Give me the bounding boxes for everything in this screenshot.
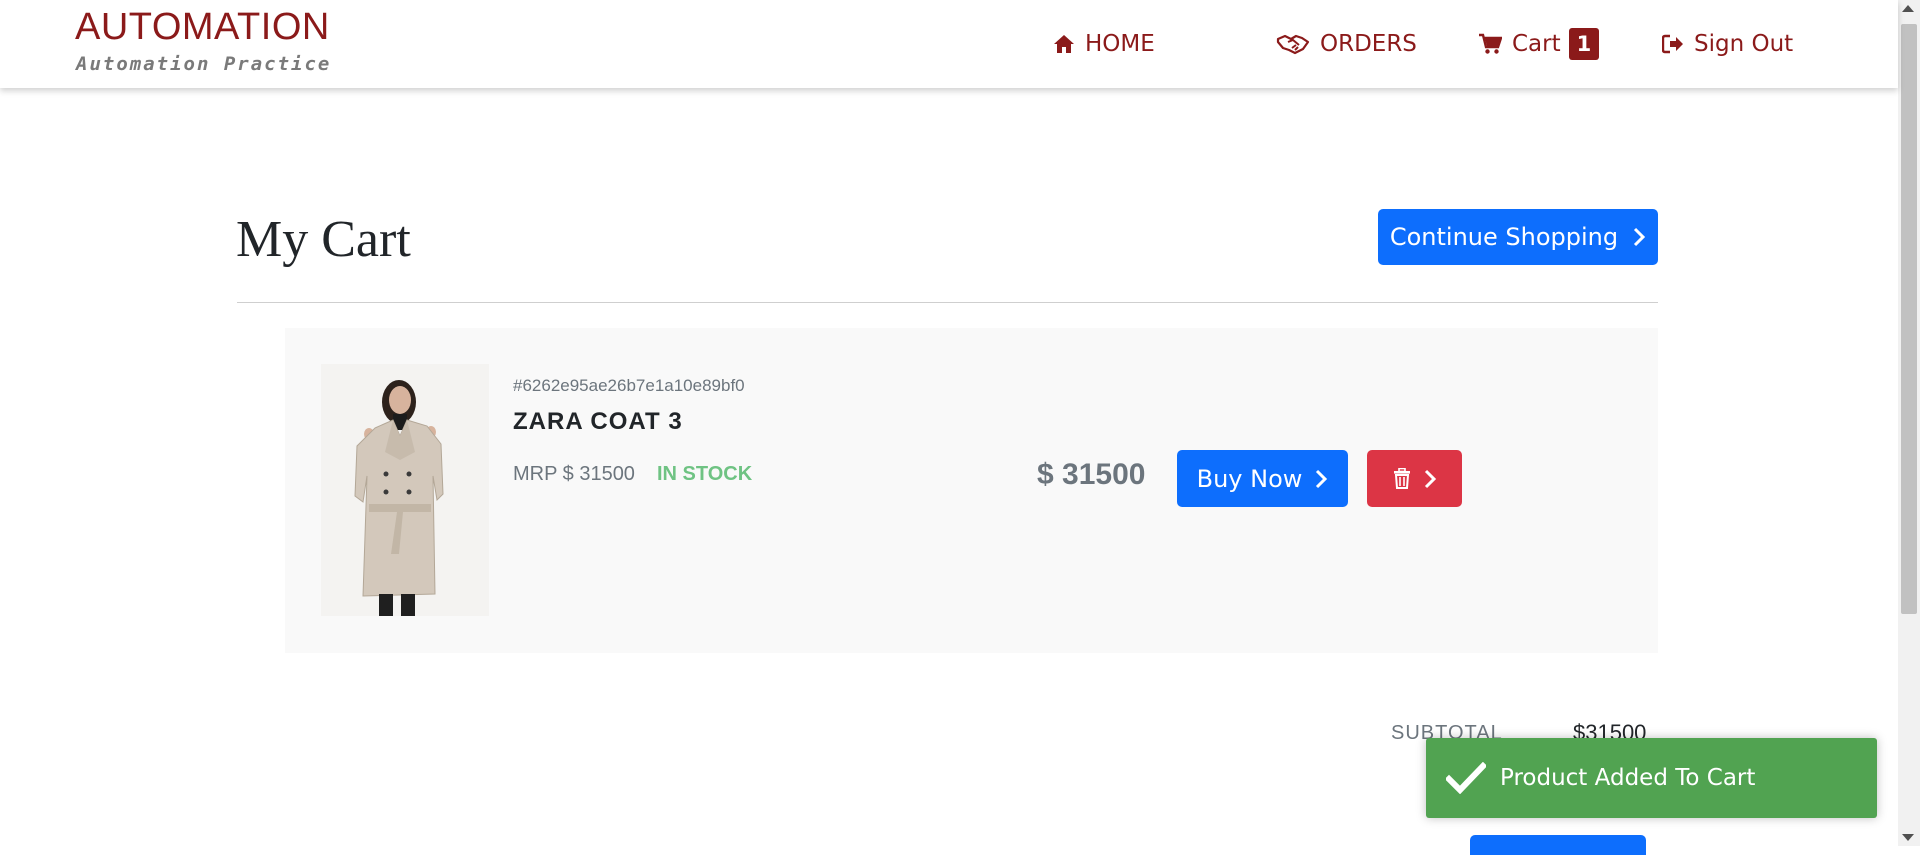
cart-icon [1479,33,1502,54]
chevron-right-icon [1424,469,1436,488]
nav-cart-label: Cart [1512,31,1561,57]
divider [237,302,1658,303]
item-mrp: MRP $ 31500 [513,463,635,485]
home-icon [1054,35,1074,53]
delete-item-button[interactable] [1367,450,1462,507]
page-scrollbar[interactable] [1898,0,1920,846]
check-icon [1446,762,1486,794]
checkout-button[interactable] [1470,835,1646,855]
trash-icon [1393,468,1410,489]
cart-item: #6262e95ae26b7e1a10e89bf0 ZARA COAT 3 MR… [285,328,1658,653]
nav-orders[interactable]: ORDERS [1276,26,1417,62]
buy-now-label: Buy Now [1196,464,1303,493]
brand-title[interactable]: AUTOMATION [75,6,330,49]
continue-shopping-label: Continue Shopping [1389,223,1619,251]
nav-home-label: HOME [1085,31,1155,57]
chevron-right-icon [1634,227,1646,247]
item-price: $ 31500 [1037,458,1146,491]
cart-count-badge: 1 [1568,28,1600,60]
scroll-up-arrow-icon[interactable] [1902,5,1914,12]
scrollbar-thumb[interactable] [1901,24,1917,614]
page-title: My Cart [236,211,411,268]
sign-out-icon [1662,34,1683,54]
buy-now-button[interactable]: Buy Now [1177,450,1348,507]
toast-message: Product Added To Cart [1500,765,1756,791]
nav-sign-out-label: Sign Out [1694,31,1794,57]
nav-cart[interactable]: Cart 1 [1478,26,1600,62]
toast-notification[interactable]: Product Added To Cart [1426,738,1877,818]
scroll-down-arrow-icon[interactable] [1902,834,1914,841]
item-id: #6262e95ae26b7e1a10e89bf0 [513,376,745,395]
product-image [321,364,489,616]
navbar: AUTOMATION Automation Practice HOME ORDE… [0,0,1898,88]
continue-shopping-button[interactable]: Continue Shopping [1378,209,1658,265]
nav-sign-out[interactable]: Sign Out [1662,26,1793,62]
nav-home[interactable]: HOME [1053,26,1155,62]
handshake-icon [1276,34,1310,55]
nav-orders-label: ORDERS [1320,31,1417,57]
brand-subtitle: Automation Practice [76,53,332,75]
stock-status: IN STOCK [657,463,753,485]
chevron-right-icon [1316,469,1328,488]
item-name: ZARA COAT 3 [513,408,683,435]
